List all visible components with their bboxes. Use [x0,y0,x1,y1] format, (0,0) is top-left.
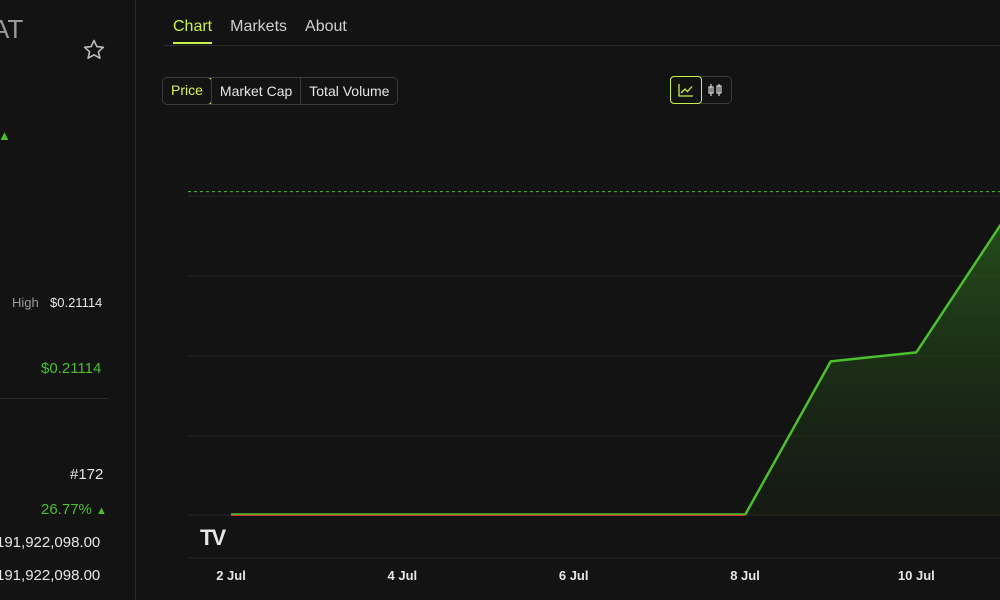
panel-divider [135,0,136,600]
up-arrow-icon: ▲ [96,505,107,517]
price-button[interactable]: Price [163,78,212,104]
coin-info-panel: AT ▲ High $0.21114 $0.21114 #172 26.77% … [0,0,135,600]
x-tick-label: 6 Jul [559,568,589,583]
price-change-indicator: ▲ [0,128,11,143]
x-tick-label: 8 Jul [730,568,760,583]
stat-value-1: 191,922,098.00 [0,534,101,551]
current-price: $0.21114 [41,360,102,377]
chart-type-selector: Price Market Cap Total Volume [162,77,399,105]
percent-change-value: 26.77% [41,501,92,518]
candlestick-view-button[interactable] [701,77,731,103]
high-label: High [12,295,39,310]
percent-change: 26.77% ▲ [41,501,107,518]
price-chart[interactable]: 2 Jul 4 Jul 6 Jul 8 Jul 10 Jul [188,110,1000,600]
line-view-button[interactable] [670,76,702,104]
divider [0,398,108,399]
total-volume-button[interactable]: Total Volume [300,78,397,104]
tabs-underline [163,45,1000,46]
x-tick-label: 2 Jul [216,568,246,583]
tradingview-logo: TV [200,525,226,550]
stat-value-2: 191,922,098.00 [0,567,101,584]
x-tick-label: 10 Jul [898,568,935,583]
tab-about[interactable]: About [305,18,347,44]
favorite-star-icon[interactable] [82,38,106,62]
main-tabs: Chart Markets About [173,18,347,44]
chart-view-toggle [670,76,732,104]
price-area [745,225,1000,515]
tab-markets[interactable]: Markets [230,18,287,44]
candlestick-icon [708,84,722,96]
high-value: $0.21114 [50,295,103,310]
coin-symbol: AT [0,14,24,44]
line-chart-icon [678,84,693,97]
tab-chart[interactable]: Chart [173,18,213,44]
x-tick-label: 4 Jul [388,568,418,583]
market-cap-button[interactable]: Market Cap [210,78,300,104]
market-rank: #172 [70,466,104,483]
